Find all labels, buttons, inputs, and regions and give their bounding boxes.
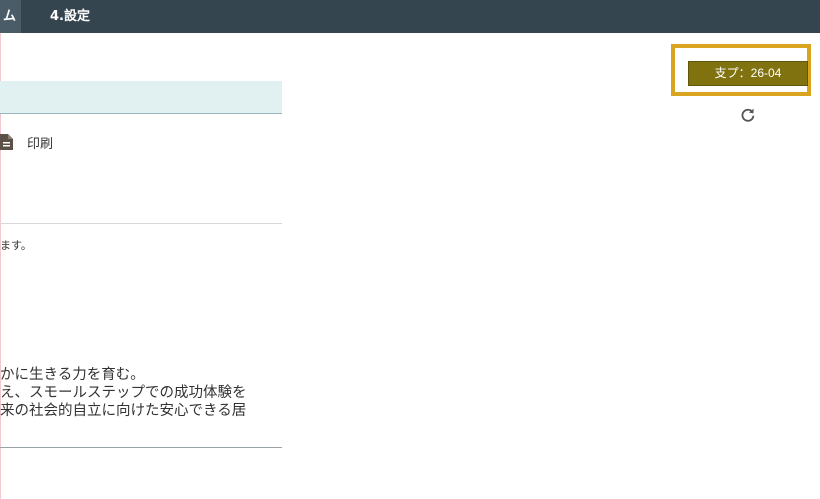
tab-settings[interactable]: 4.設定 [50, 0, 90, 33]
policy-line: かに生きる力を育む。 [0, 367, 145, 383]
tab-active-label: ム [2, 9, 16, 24]
top-nav-bar: ム 4.設定 [0, 0, 820, 33]
print-button[interactable]: 印刷 [0, 132, 53, 152]
document-icon [0, 134, 13, 150]
support-plan-badge-button[interactable]: 支プ：26-04 [688, 61, 808, 86]
policy-text: かに生きる力を育む。 え、スモールステップでの成功体験を 来の社会的自立に向けた… [0, 366, 247, 420]
divider [0, 447, 282, 448]
policy-line: え、スモールステップでの成功体験を [0, 385, 247, 401]
refresh-icon[interactable] [739, 106, 757, 124]
print-label: 印刷 [27, 136, 54, 152]
note-text: ます。 [0, 239, 32, 252]
section-header [0, 81, 282, 114]
tab-active[interactable]: ム [0, 0, 21, 33]
policy-line: 来の社会的自立に向けた安心できる居 [0, 403, 247, 419]
divider [0, 223, 282, 224]
